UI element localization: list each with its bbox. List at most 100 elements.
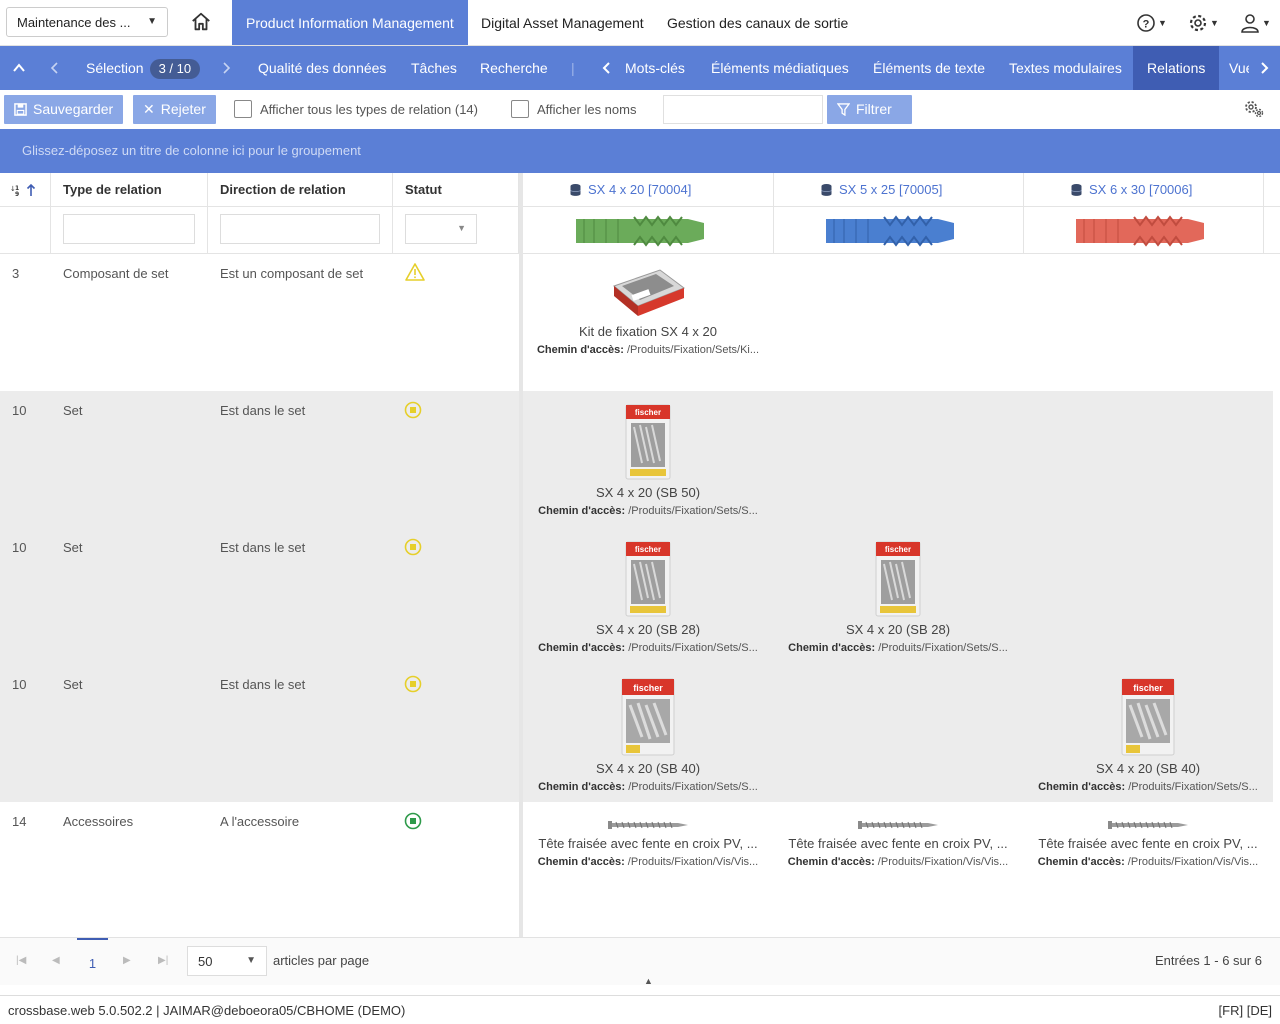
tab-product-information-management[interactable]: Product Information Management <box>232 0 468 45</box>
filter-input[interactable] <box>663 95 823 124</box>
path-label: Chemin d'accès: <box>1037 856 1128 868</box>
user-menu[interactable]: ▼ <box>1240 12 1271 34</box>
reject-label: Rejeter <box>160 101 206 117</box>
checkbox-box[interactable] <box>234 100 252 118</box>
related-item[interactable]: fischer SX 4 x 20 (SB 40) Chemin d'accès: … <box>1030 677 1266 793</box>
svg-text:fischer: fischer <box>635 408 661 417</box>
settings-menu[interactable]: ▼ <box>1188 12 1219 34</box>
filter-button[interactable]: Filtrer <box>827 95 912 124</box>
related-item[interactable]: fischer SX 4 x 20 (SB 40) Chemin d'accès: … <box>530 677 766 793</box>
table-row[interactable]: 10 Set Est dans le set fischer SX 4 x 20 (SB… <box>0 528 1273 665</box>
collapse-up-icon[interactable]: ▲ <box>644 976 653 986</box>
related-item[interactable]: fischer SX 4 x 20 (SB 50) Chemin d'accès: … <box>530 403 766 517</box>
group-drop-zone[interactable]: Glissez-déposez un titre de colonne ici … <box>0 129 1280 173</box>
path-label: Chemin d'accès: <box>537 856 628 868</box>
svg-text:9: 9 <box>15 191 19 198</box>
help-menu[interactable]: ? ▼ <box>1136 12 1167 34</box>
settings-icon[interactable] <box>1244 100 1264 118</box>
top-bar: Maintenance des ... ▼ Product Informatio… <box>0 0 1280 46</box>
nav-view[interactable]: Vue <box>1229 46 1249 90</box>
related-item-image: fischer <box>530 403 766 481</box>
relation-type-cell: Accessoires <box>63 814 134 829</box>
product-header-3[interactable]: SX 6 x 30 [70006] <box>1070 173 1192 207</box>
path-label: Chemin d'accès: <box>538 642 629 654</box>
relation-direction-cell: A l'accessoire <box>220 814 300 829</box>
first-page-icon[interactable]: |◀ <box>16 955 26 966</box>
chevron-left-icon[interactable] <box>47 60 63 76</box>
show-names-checkbox[interactable]: Afficher les noms <box>511 100 636 118</box>
sort-icon[interactable]: ↓ 1 9 <box>10 182 38 201</box>
language-switcher[interactable]: [FR] [DE] <box>1219 996 1272 1024</box>
nav-tasks[interactable]: Tâches <box>411 46 457 90</box>
header-status[interactable]: Statut <box>405 173 442 207</box>
header-relation-type[interactable]: Type de relation <box>63 173 162 207</box>
nav-data-quality[interactable]: Qualité des données <box>258 46 386 90</box>
home-icon[interactable] <box>190 11 216 35</box>
last-page-icon[interactable]: ▶| <box>158 955 168 966</box>
entries-count: Entrées 1 - 6 sur 6 <box>1155 953 1262 968</box>
module-select[interactable]: Maintenance des ... ▼ <box>6 7 168 37</box>
chevron-left-icon[interactable] <box>599 60 615 76</box>
nav-text-elements[interactable]: Éléments de texte <box>873 46 985 90</box>
table-row[interactable]: 14 Accessoires A l'accessoire Tête fraisée … <box>0 802 1273 937</box>
show-all-types-checkbox[interactable]: Afficher tous les types de relation (14) <box>234 100 478 118</box>
svg-text:fischer: fischer <box>1133 683 1163 693</box>
version-info: crossbase.web 5.0.502.2 | JAIMAR@deboeor… <box>8 1003 406 1018</box>
status-footer: crossbase.web 5.0.502.2 | JAIMAR@deboeor… <box>0 995 1280 1024</box>
nav-relations[interactable]: Relations <box>1133 46 1220 90</box>
save-button[interactable]: Sauvegarder <box>4 95 124 124</box>
database-icon <box>821 184 832 196</box>
status-filter-select[interactable]: ▼ <box>405 214 477 244</box>
user-icon <box>1241 14 1259 33</box>
chevron-right-icon[interactable] <box>1256 60 1272 76</box>
related-item-image: fischer <box>530 540 766 618</box>
selection-indicator[interactable]: Sélection 3 / 10 <box>86 46 201 90</box>
previous-page-icon[interactable]: ◀ <box>52 955 60 966</box>
row-sort-number: 3 <box>12 266 20 281</box>
related-item[interactable]: fischer SX 4 x 20 (SB 28) Chemin d'accès: … <box>530 540 766 654</box>
related-item[interactable]: Tête fraisée avec fente en croix PV, ...… <box>530 818 766 868</box>
nav-modular-texts[interactable]: Textes modulaires <box>1009 46 1122 90</box>
next-page-icon[interactable]: ▶ <box>123 955 131 966</box>
nav-separator: | <box>571 60 575 76</box>
table-row[interactable]: 3 Composant de set Est un composant de set… <box>0 254 1273 391</box>
relation-direction-filter[interactable] <box>220 214 380 244</box>
chevron-down-icon: ▼ <box>147 16 157 27</box>
row-sort-number: 10 <box>12 540 27 555</box>
nav-media-elements[interactable]: Éléments médiatiques <box>711 46 849 90</box>
related-item[interactable]: Tête fraisée avec fente en croix PV, ...… <box>780 818 1016 868</box>
relation-type-filter[interactable] <box>63 214 195 244</box>
related-item-path: Chemin d'accès: /Produits/Fixation/Sets/… <box>538 642 758 654</box>
product-header-1[interactable]: SX 4 x 20 [70004] <box>569 173 691 207</box>
filter-icon <box>837 103 850 116</box>
related-item-name: Tête fraisée avec fente en croix PV, ... <box>1038 836 1258 851</box>
related-item[interactable]: Tête fraisée avec fente en croix PV, ...… <box>1030 818 1266 868</box>
table-row[interactable]: 10 Set Est dans le set fischer SX 4 x 20 (SB… <box>0 665 1273 802</box>
row-sort-number: 10 <box>12 403 27 418</box>
related-item[interactable]: Kit de fixation SX 4 x 20 Chemin d'accès:… <box>530 264 766 356</box>
tab-output-channels[interactable]: Gestion des canaux de sortie <box>653 0 862 45</box>
database-icon <box>570 184 581 196</box>
nav-search[interactable]: Recherche <box>480 46 548 90</box>
product-header-2[interactable]: SX 5 x 25 [70005] <box>820 173 942 207</box>
page-size-value: 50 <box>198 954 213 969</box>
page-1[interactable]: 1 <box>77 938 108 985</box>
tab-digital-asset-management[interactable]: Digital Asset Management <box>467 0 658 45</box>
reject-button[interactable]: ✕ Rejeter <box>133 95 216 124</box>
nav-keywords[interactable]: Mots-clés <box>625 46 685 90</box>
checkbox-box[interactable] <box>511 100 529 118</box>
chevron-up-icon[interactable] <box>11 60 27 76</box>
related-item[interactable]: fischer SX 4 x 20 (SB 28) Chemin d'accès: … <box>780 540 1016 654</box>
path-label: Chemin d'accès: <box>538 505 629 517</box>
chevron-down-icon: ▼ <box>246 955 256 966</box>
chevron-right-icon[interactable] <box>218 60 234 76</box>
page-size-select[interactable]: 50 ▼ <box>187 946 267 976</box>
frozen-column-divider[interactable] <box>519 173 523 937</box>
svg-text:fischer: fischer <box>885 545 911 554</box>
selection-badge: 3 / 10 <box>149 59 201 79</box>
status-ok-icon <box>404 812 422 833</box>
related-item-image: fischer <box>530 677 766 757</box>
header-relation-direction[interactable]: Direction de relation <box>220 173 346 207</box>
product-label: SX 5 x 25 [70005] <box>839 182 943 197</box>
table-row[interactable]: 10 Set Est dans le set fischer SX 4 x 20 (SB… <box>0 391 1273 528</box>
